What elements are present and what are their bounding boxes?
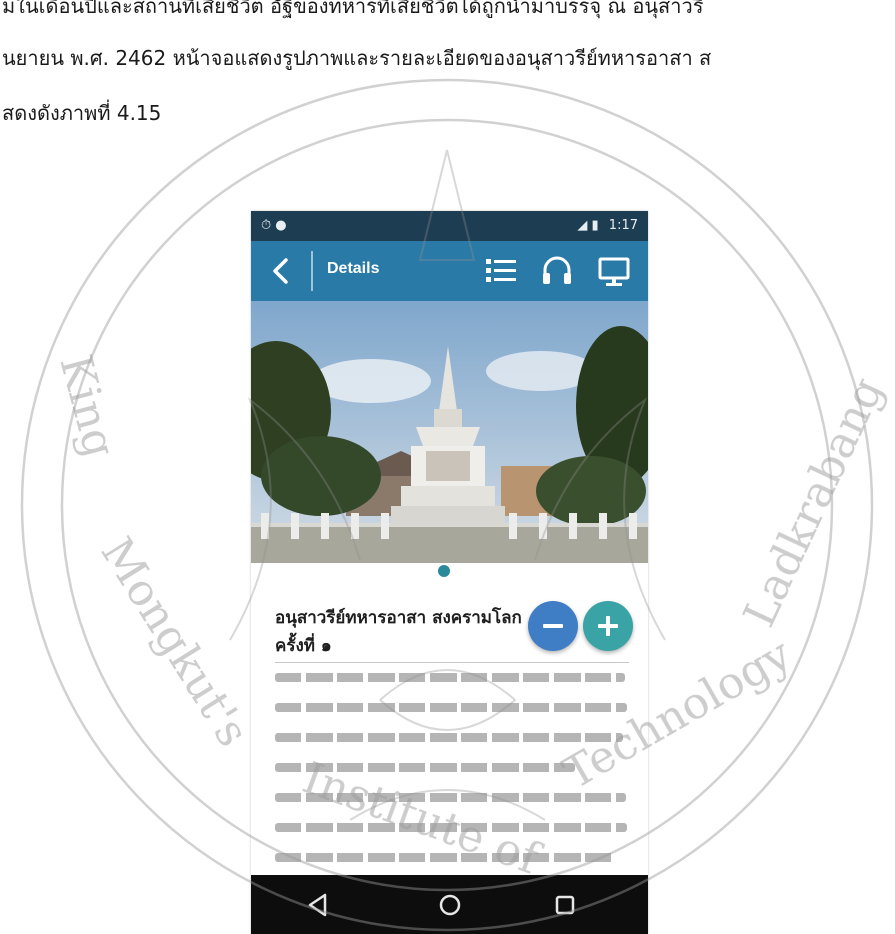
signal-icon: ◢ [577, 218, 588, 233]
battery-icon: ▮ [591, 218, 599, 233]
app-bar: Details [251, 241, 648, 301]
android-nav-bar [251, 875, 648, 934]
alarm-icon: ⏱ [261, 218, 272, 233]
document-text-line-3: สดงดังภาพที่ 4.15 [2, 101, 162, 125]
status-right-icons: ◢ ▮ 1:17 [577, 218, 638, 233]
monitor-icon[interactable] [596, 253, 632, 289]
circle-home-icon[interactable] [434, 889, 466, 921]
plus-icon [598, 616, 618, 636]
monument-photo [251, 301, 648, 563]
status-left-icons: ⏱ ● [261, 218, 287, 233]
page-title: Details [327, 260, 380, 277]
zoom-in-button[interactable] [583, 601, 633, 651]
page-indicator-dot [438, 565, 450, 577]
minus-icon [543, 624, 563, 628]
status-time: 1:17 [608, 218, 638, 233]
monument-description-text [275, 673, 629, 873]
back-arrow-icon[interactable] [265, 255, 297, 287]
headphones-icon[interactable] [539, 253, 575, 289]
notification-icon: ● [275, 218, 287, 233]
status-bar: ⏱ ● ◢ ▮ 1:17 [251, 211, 648, 241]
square-recents-icon[interactable] [549, 889, 581, 921]
zoom-out-button[interactable] [528, 601, 578, 651]
title-divider [275, 662, 629, 663]
svg-text:Ladkrabang: Ladkrabang [734, 370, 894, 635]
svg-text:Mongkut's: Mongkut's [91, 529, 259, 756]
svg-text:King: King [49, 350, 125, 463]
list-icon[interactable] [483, 253, 519, 289]
phone-screenshot: ⏱ ● ◢ ▮ 1:17 Details อนุสาวรีย์ทหารอาสา … [251, 211, 648, 934]
document-text-line-1: มในเดือนปีและสถานที่เสียชีวิต อัฐิของทหา… [2, 0, 704, 18]
app-bar-divider [311, 251, 313, 291]
monument-title: อนุสาวรีย์ทหารอาสา สงครามโลก ครั้งที่ ๑ [275, 608, 522, 656]
document-text-line-2: ันยายน พ.ศ. 2462 หน้าจอแสดงรูปภาพและรายล… [2, 46, 712, 70]
triangle-back-icon[interactable] [303, 889, 335, 921]
